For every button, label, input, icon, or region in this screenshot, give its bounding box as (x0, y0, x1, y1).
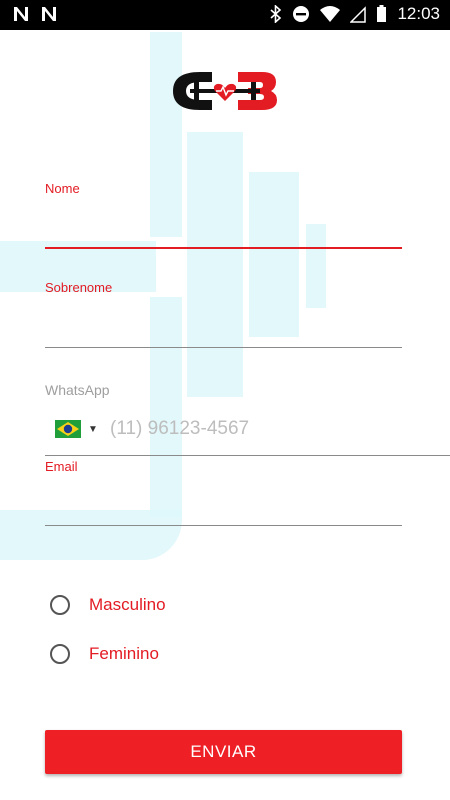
email-field[interactable] (45, 488, 406, 520)
radio-label-male[interactable]: Masculino (89, 595, 166, 615)
brazil-flag-icon (55, 420, 81, 438)
whatsapp-phone-field[interactable]: (11) 96123-4567 (110, 418, 249, 440)
last-name-field[interactable] (45, 310, 406, 342)
status-right-icons: 12:03 (270, 4, 440, 24)
email-label: Email (45, 459, 78, 474)
signal-icon (350, 6, 367, 23)
battery-icon (377, 5, 387, 22)
wifi-icon (320, 6, 341, 22)
background-bar (187, 132, 243, 397)
last-name-label: Sobrenome (45, 280, 113, 295)
do-not-disturb-icon (293, 6, 310, 22)
status-time: 12:03 (397, 4, 440, 23)
n-notification-icon (42, 7, 56, 21)
submit-button-label: ENVIAR (190, 742, 257, 761)
submit-button[interactable]: ENVIAR (45, 730, 402, 774)
radio-label-female[interactable]: Feminino (89, 644, 159, 664)
n-notification-icon (14, 7, 28, 21)
dropdown-caret-icon: ▼ (88, 424, 98, 435)
radio-button-male[interactable] (50, 595, 70, 615)
status-bar: 12:03 (0, 0, 450, 30)
background-bar (150, 32, 182, 237)
first-name-label: Nome (45, 181, 80, 196)
radio-button-female[interactable] (50, 644, 70, 664)
last-name-underline (45, 347, 402, 348)
first-name-underline (45, 247, 402, 249)
status-left-icons (12, 5, 58, 23)
first-name-field[interactable] (45, 210, 406, 242)
whatsapp-underline (45, 455, 450, 456)
gym-logo (173, 72, 277, 110)
email-underline (45, 525, 402, 526)
bluetooth-icon (270, 5, 282, 23)
whatsapp-label: WhatsApp (45, 382, 110, 398)
